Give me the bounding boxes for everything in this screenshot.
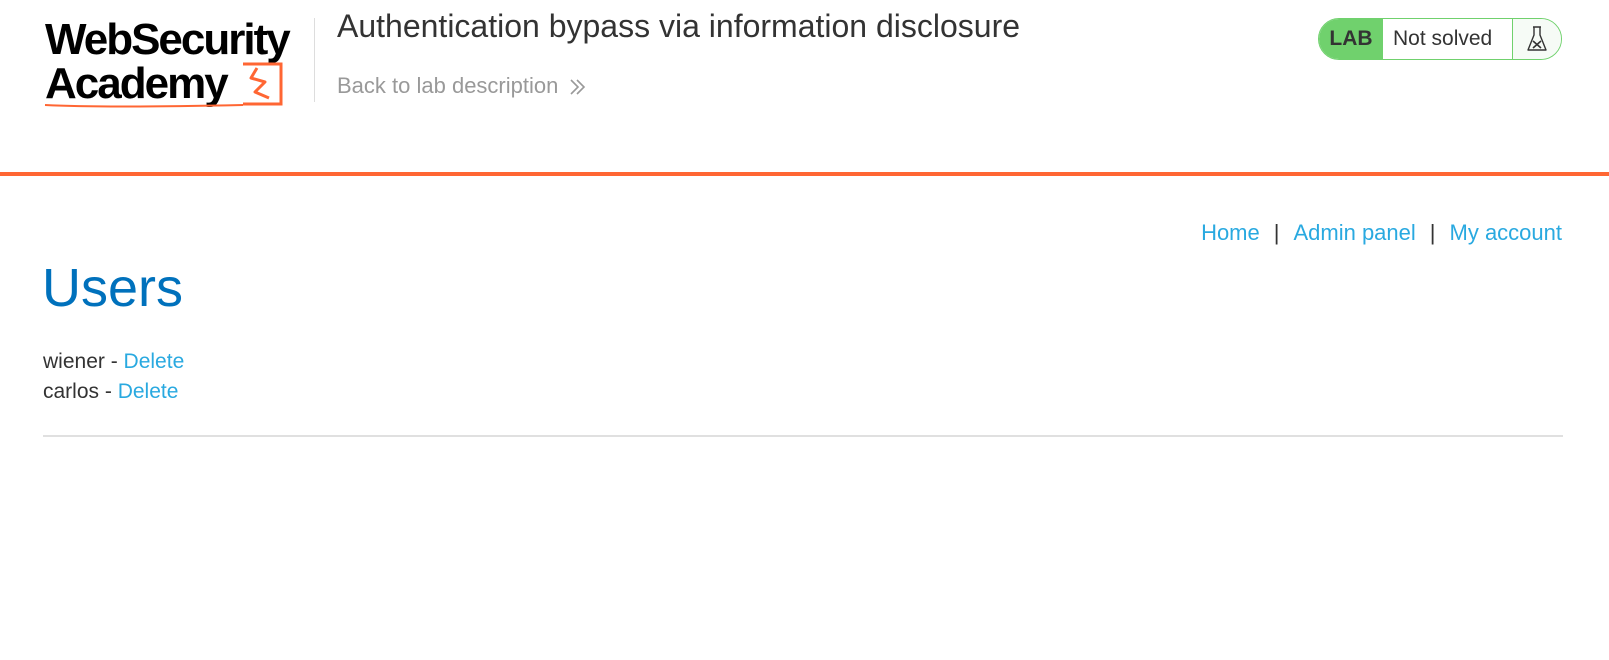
delete-user-carlos-link[interactable]: Delete	[118, 380, 179, 403]
list-item: wiener - Delete	[43, 347, 184, 377]
double-chevron-right-icon	[568, 76, 588, 96]
logo-divider	[314, 18, 315, 102]
flask-icon[interactable]	[1513, 19, 1561, 59]
nav-separator: |	[1273, 220, 1280, 245]
user-separator: -	[99, 380, 118, 403]
page-title: Users	[42, 258, 184, 318]
logo-graphic: WebSecurity Academy	[44, 15, 293, 108]
list-item: carlos - Delete	[43, 377, 184, 407]
lab-badge: LAB	[1319, 19, 1383, 59]
user-list: wiener - Delete carlos - Delete	[43, 347, 184, 407]
delete-user-wiener-link[interactable]: Delete	[124, 350, 185, 373]
nav-separator: |	[1429, 220, 1436, 245]
web-security-academy-logo[interactable]: WebSecurity Academy	[43, 15, 311, 112]
content-divider	[43, 435, 1563, 437]
username: carlos	[43, 380, 100, 403]
lab-solved-state: Not solved	[1383, 19, 1513, 59]
nav-my-account-link[interactable]: My account	[1450, 220, 1563, 246]
username: wiener	[43, 350, 105, 373]
logo-text-line2: Academy	[45, 59, 229, 108]
lab-title: Authentication bypass via information di…	[337, 8, 1021, 44]
back-link-label: Back to lab description	[337, 73, 559, 98]
lab-status-widget: LAB Not solved	[1318, 18, 1562, 60]
top-nav: Home | Admin panel | My account	[1201, 220, 1562, 246]
logo-text-line1: WebSecurity	[45, 16, 291, 64]
user-separator: -	[104, 350, 124, 373]
site-header: WebSecurity Academy Authentication bypas…	[0, 0, 1609, 176]
back-to-lab-description-link[interactable]: Back to lab description	[337, 72, 588, 100]
nav-home-link[interactable]: Home	[1201, 220, 1260, 246]
nav-admin-panel-link[interactable]: Admin panel	[1293, 220, 1415, 246]
